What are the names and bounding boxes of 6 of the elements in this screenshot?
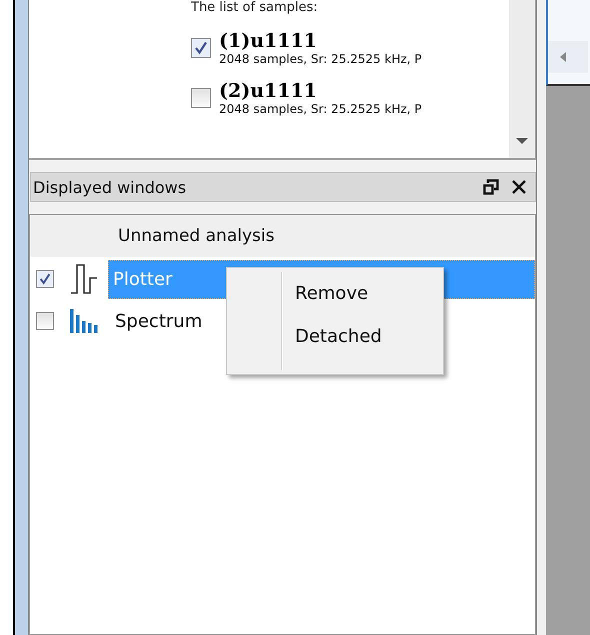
panel-title: Displayed windows — [33, 178, 188, 196]
samples-caption: The list of samples: — [191, 0, 319, 16]
sample-details: 2048 samples, Sr: 25.2525 kHz, P — [219, 102, 422, 116]
sample-title: (2)u1111 — [219, 80, 318, 102]
sample-details: 2048 samples, Sr: 25.2525 kHz, P — [219, 52, 422, 66]
sample-title: (1)u1111 — [219, 30, 318, 52]
